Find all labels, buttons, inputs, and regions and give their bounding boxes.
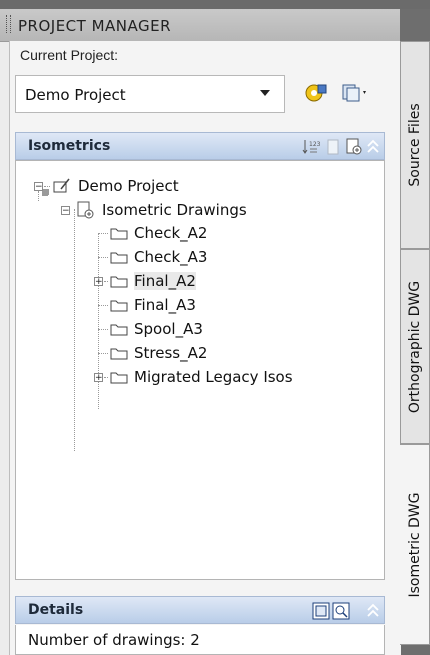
details-title: Details <box>28 602 84 618</box>
details-view-icon[interactable] <box>312 602 330 620</box>
project-settings-icon <box>305 84 327 102</box>
current-project-dropdown[interactable]: Demo Project <box>15 75 285 113</box>
list-view-icon[interactable] <box>325 138 341 156</box>
tree-node-label: Migrated Legacy Isos <box>134 368 293 386</box>
tree-node-label: Final_A3 <box>134 296 196 314</box>
tab-source-files[interactable]: Source Files <box>400 41 430 249</box>
tree-node-isometric-drawings[interactable]: Isometric Drawings <box>76 198 247 222</box>
tree-node-final-a3[interactable]: Final_A3 <box>110 293 196 317</box>
current-project-label: Current Project: <box>20 47 119 63</box>
tree-node-stress-a2[interactable]: Stress_A2 <box>110 341 207 365</box>
tab-isometric-dwg[interactable]: Isometric DWG <box>400 444 430 645</box>
tree-node-label: Isometric Drawings <box>102 201 247 219</box>
collapse-group-toggle[interactable]: − <box>61 206 70 216</box>
tree-node-migrated-legacy-isos[interactable]: Migrated Legacy Isos <box>110 365 293 389</box>
isometrics-section-header[interactable]: Isometrics 123 <box>15 132 385 160</box>
palette-title-bar[interactable]: PROJECT MANAGER <box>0 9 400 42</box>
chevron-down-icon[interactable] <box>260 90 270 96</box>
folder-icon <box>110 324 128 335</box>
tree-node-label: Final_A2 <box>134 272 196 290</box>
folder-icon <box>110 228 128 239</box>
isometrics-tree[interactable]: − Demo Project − Isometric Drawings Chec… <box>15 160 385 580</box>
project-switch-icon <box>342 84 366 102</box>
tree-node-check-a3[interactable]: Check_A3 <box>110 245 207 269</box>
expand-toggle[interactable]: + <box>94 373 103 383</box>
tree-node-root[interactable]: Demo Project <box>52 174 179 198</box>
collapse-chevron-icon[interactable] <box>366 139 380 155</box>
tab-label: Orthographic DWG <box>407 280 423 413</box>
tree-node-label: Check_A3 <box>134 248 208 266</box>
tree-node-label: Demo Project <box>78 177 179 195</box>
palette-title: PROJECT MANAGER <box>18 17 172 35</box>
tree-node-final-a2[interactable]: Final_A2 <box>110 269 196 293</box>
details-section-header[interactable]: Details <box>15 596 385 624</box>
folder-icon <box>110 252 128 263</box>
sort-icon[interactable]: 123 <box>302 138 320 156</box>
tab-label: Source Files <box>407 103 423 187</box>
tree-node-label: Check_A2 <box>134 224 208 242</box>
expand-toggle[interactable]: + <box>94 277 103 287</box>
current-project-value: Demo Project <box>25 86 126 104</box>
collapse-root-toggle[interactable]: − <box>34 182 43 192</box>
tree-node-check-a2[interactable]: Check_A2 <box>110 221 207 245</box>
drawing-set-icon <box>77 201 94 219</box>
tree-node-label: Spool_A3 <box>134 320 203 338</box>
tab-orthographic-dwg[interactable]: Orthographic DWG <box>400 249 430 444</box>
isometrics-title: Isometrics <box>28 138 111 154</box>
preview-icon[interactable] <box>332 602 350 620</box>
tree-node-label: Stress_A2 <box>134 344 208 362</box>
svg-text:123: 123 <box>309 141 320 148</box>
tab-label: Isometric DWG <box>406 492 423 597</box>
folder-icon <box>110 300 128 311</box>
grip-handle-icon[interactable] <box>6 15 11 33</box>
details-panel: Number of drawings: 2 <box>15 625 385 655</box>
number-of-drawings-text: Number of drawings: 2 <box>28 631 200 649</box>
folder-icon <box>110 348 128 359</box>
folder-icon <box>110 372 128 383</box>
project-icon <box>53 178 70 193</box>
folder-icon <box>110 276 128 287</box>
top-strip <box>0 0 430 9</box>
tree-node-spool-a3[interactable]: Spool_A3 <box>110 317 203 341</box>
project-settings-button[interactable] <box>300 80 332 106</box>
project-switch-button[interactable] <box>335 80 375 106</box>
drawing-properties-icon[interactable] <box>345 137 363 157</box>
collapse-chevron-icon[interactable] <box>366 603 380 619</box>
